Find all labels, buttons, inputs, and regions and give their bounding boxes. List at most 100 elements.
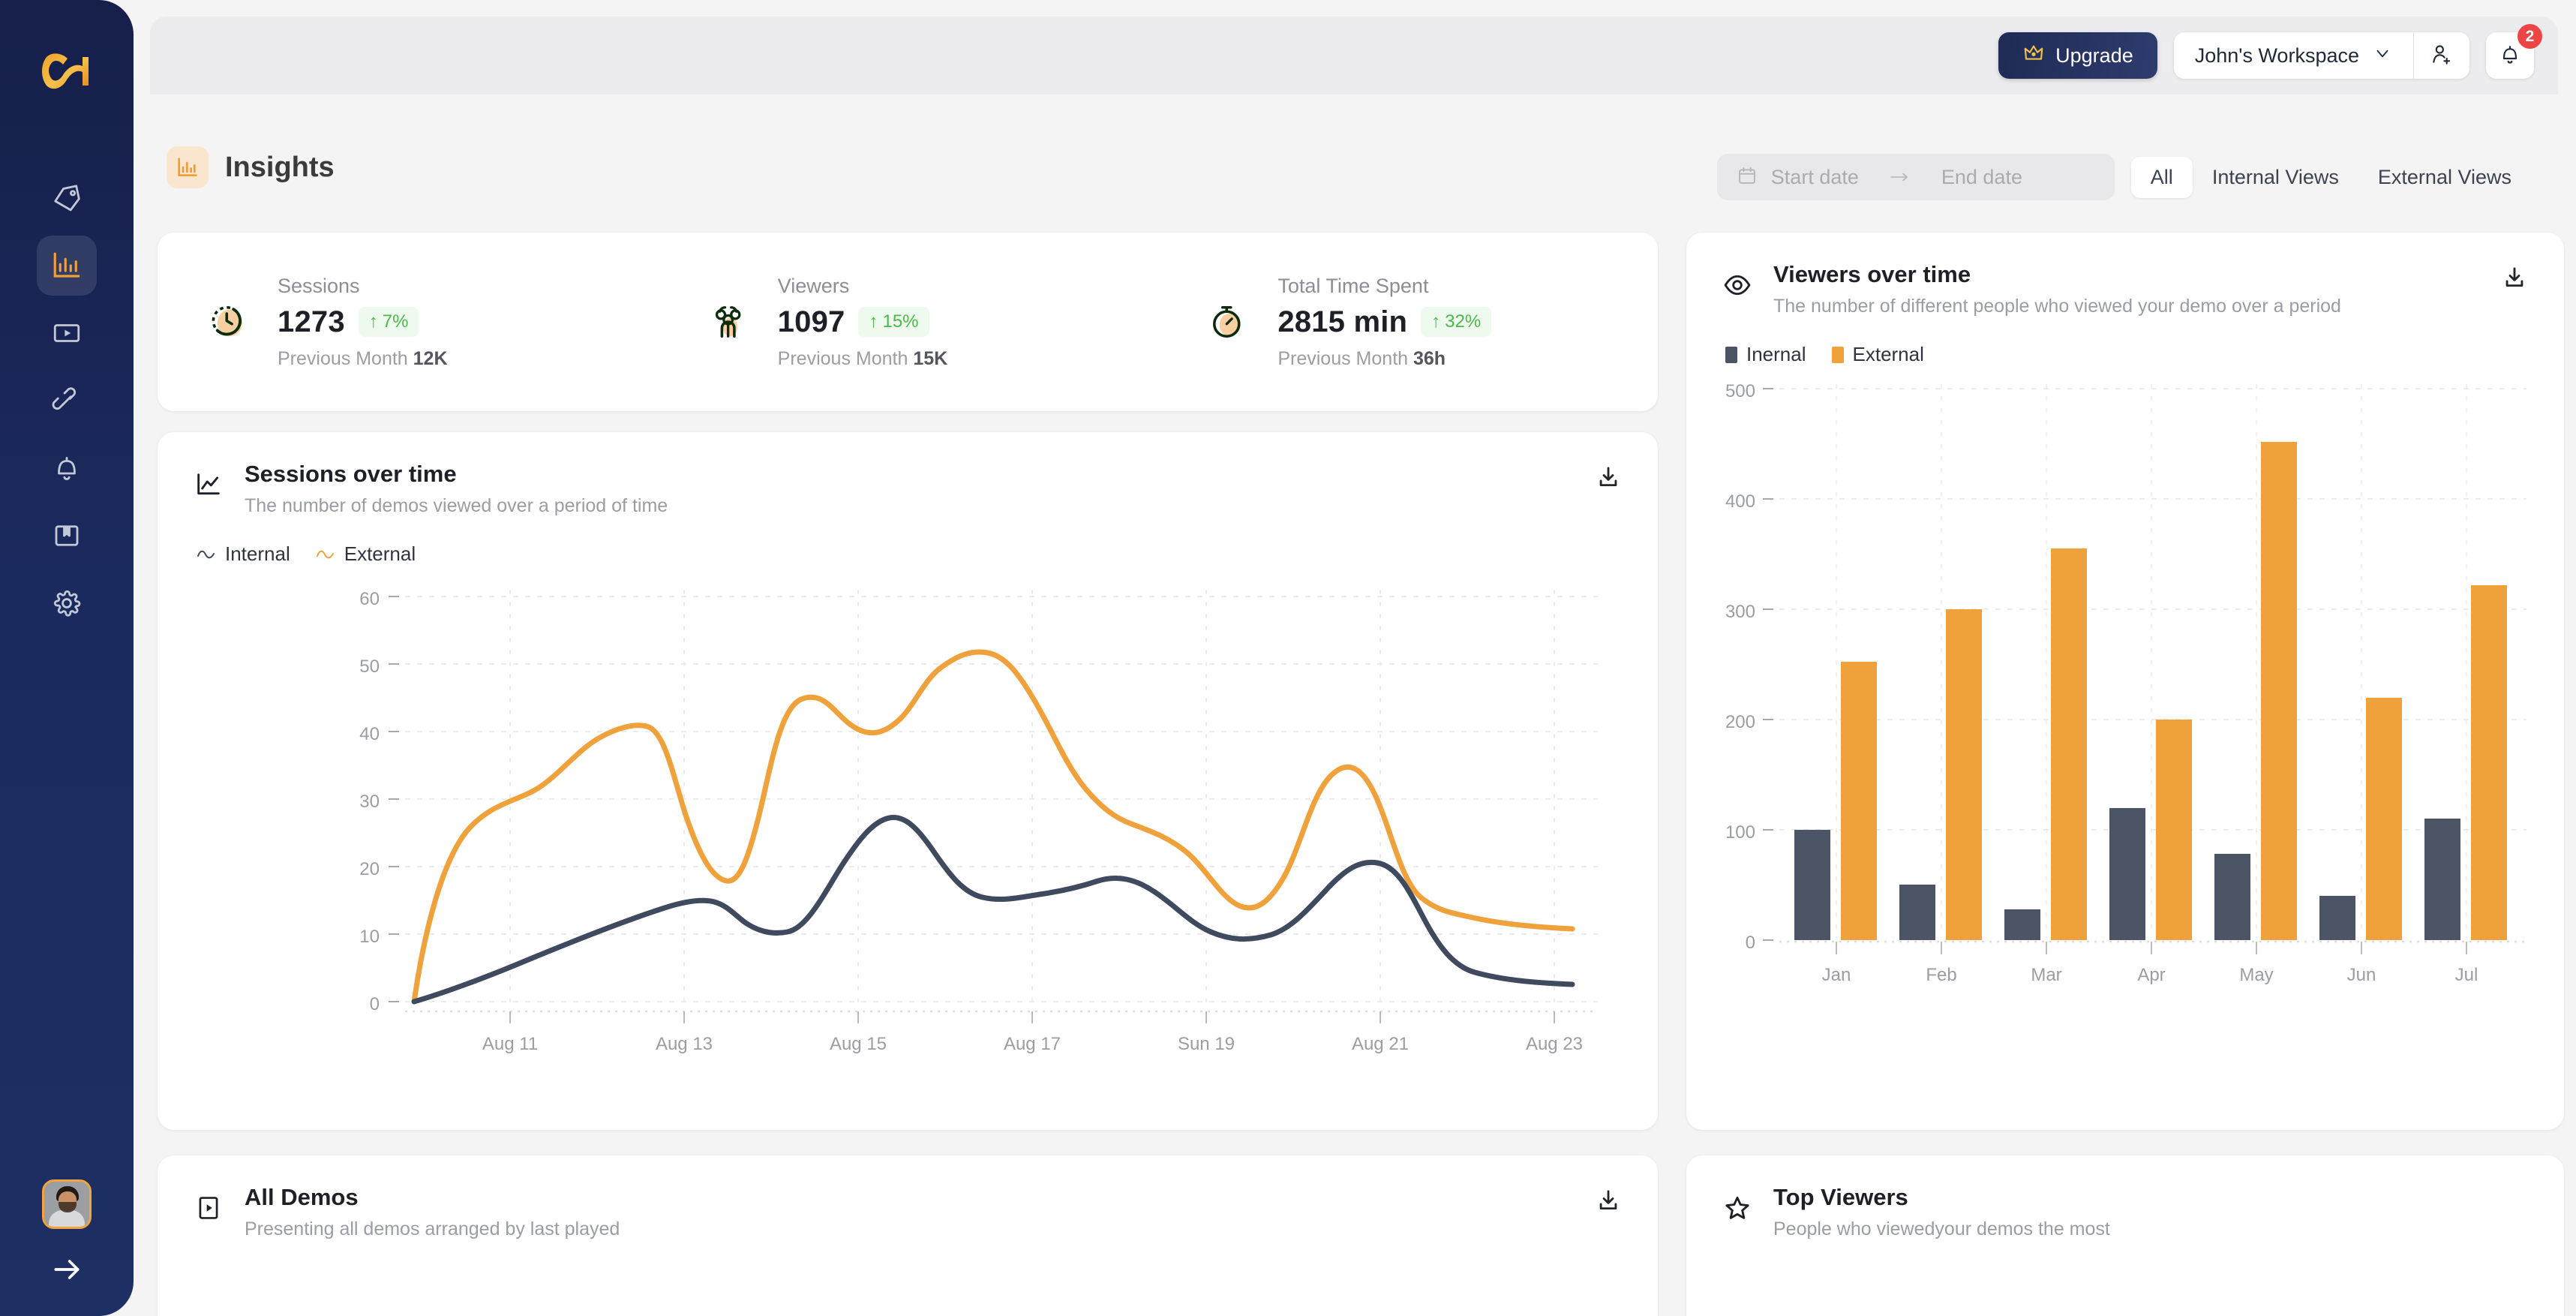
stat-delta-value: 15% (882, 311, 919, 332)
download-icon[interactable] (2498, 261, 2531, 294)
koncert-logo[interactable] (39, 44, 95, 99)
chevron-down-icon (2373, 44, 2392, 68)
bar-external-jan[interactable] (1841, 662, 1877, 940)
tab-all[interactable]: All (2130, 156, 2193, 198)
stat-previous: Previous Month 12K (278, 348, 448, 370)
stat-previous-value: 12K (413, 347, 448, 369)
viewers-legend: Inernal External (1686, 317, 2564, 366)
sidebar-item-tags[interactable] (37, 168, 97, 228)
bar-external-jun[interactable] (2366, 698, 2402, 940)
top-viewers-card: Top Viewers People who viewedyour demos … (1686, 1155, 2564, 1316)
page-header: Insights (167, 146, 335, 188)
avatar[interactable] (42, 1179, 92, 1229)
stat-delta-badge: ↑ 15% (858, 307, 929, 337)
bar-external-jul[interactable] (2471, 585, 2507, 940)
y-tick: 500 (1725, 381, 1755, 401)
bar-internal-jun[interactable] (2319, 896, 2355, 940)
sessions-plot (389, 590, 1598, 1023)
x-tick: Aug 21 (1351, 1034, 1410, 1054)
bar-external-mar[interactable] (2051, 548, 2087, 940)
card-title: Top Viewers (1773, 1184, 1908, 1210)
x-tick: Jun (2346, 965, 2376, 985)
bell-icon (2498, 42, 2522, 70)
sidebar-item-insights[interactable] (37, 236, 97, 296)
notifications-button[interactable]: 2 (2486, 24, 2542, 79)
insights-dashboard: Upgrade John's Workspace 2 Insights Star… (0, 0, 2576, 1316)
stat-label: Total Time Spent (1277, 274, 1429, 297)
x-tick: Mar (2031, 965, 2062, 985)
legend-item-external[interactable]: External (1831, 343, 1924, 366)
upgrade-button[interactable]: Upgrade (1998, 32, 2157, 79)
workspace-button[interactable]: John's Workspace (2174, 32, 2413, 79)
stopwatch-icon (1202, 296, 1255, 348)
sidebar (0, 0, 134, 1316)
stat-label: Sessions (278, 274, 360, 297)
stat-delta-badge: ↑ 32% (1421, 307, 1492, 337)
legend-item-internal[interactable]: Inernal (1725, 343, 1806, 366)
bar-external-feb[interactable] (1946, 609, 1982, 940)
bar-internal-jan[interactable] (1794, 830, 1830, 940)
bar-external-apr[interactable] (2156, 720, 2192, 940)
stat-delta-badge: ↑ 7% (358, 307, 419, 337)
legend-item-internal[interactable]: Internal (197, 542, 290, 566)
page-title: Insights (225, 151, 335, 183)
legend-label: Internal (225, 542, 290, 565)
card-subtitle: The number of demos viewed over a period… (245, 495, 668, 516)
workspace-switcher: John's Workspace (2173, 32, 2469, 79)
x-tick: Aug 11 (482, 1034, 539, 1054)
legend-swatch (1831, 346, 1844, 363)
all-demos-card: All Demos Presenting all demos arranged … (158, 1155, 1658, 1316)
bar-internal-may[interactable] (2214, 854, 2250, 940)
add-user-button[interactable] (2414, 32, 2469, 79)
sessions-legend: Internal External (158, 517, 1658, 566)
stat-delta-value: 7% (382, 311, 409, 332)
sidebar-footer (0, 1179, 134, 1284)
x-tick: Sun 19 (1177, 1034, 1235, 1054)
line-chart-icon (191, 467, 227, 503)
bar-internal-jul[interactable] (2424, 819, 2460, 940)
end-date-input[interactable]: End date (1941, 166, 2022, 189)
sessions-line-chart: 60 50 40 30 20 10 0 Aug 11 Aug 13 Aug 15… (158, 576, 1658, 1054)
legend-item-external[interactable]: External (316, 542, 416, 566)
card-title: Sessions over time (245, 461, 457, 487)
x-tick: Apr (2137, 965, 2166, 985)
stat-delta-value: 32% (1445, 311, 1482, 332)
sidebar-item-integrations[interactable] (37, 371, 97, 431)
card-header: Viewers over time The number of differen… (1686, 233, 2564, 317)
card-subtitle: The number of different people who viewe… (1773, 296, 2341, 317)
y-tick: 200 (1725, 712, 1755, 732)
wave-icon (316, 550, 334, 558)
y-tick: 300 (1725, 602, 1755, 622)
tab-internal-views[interactable]: Internal Views (2193, 157, 2358, 198)
notification-badge: 2 (2517, 24, 2542, 49)
tab-external-views[interactable]: External Views (2358, 157, 2531, 198)
card-header: Top Viewers People who viewedyour demos … (1686, 1155, 2564, 1240)
download-icon[interactable] (1592, 1184, 1625, 1217)
upgrade-label: Upgrade (2055, 44, 2133, 67)
clock-icon (203, 296, 255, 348)
sidebar-item-notifications[interactable] (37, 438, 97, 498)
bar-internal-mar[interactable] (2004, 909, 2040, 940)
sidebar-item-demos[interactable] (37, 303, 97, 363)
sidebar-item-settings[interactable] (37, 573, 97, 633)
bar-internal-apr[interactable] (2109, 808, 2145, 940)
y-tick: 100 (1725, 822, 1755, 843)
card-header: All Demos Presenting all demos arranged … (158, 1155, 1658, 1240)
stat-value: 1097 (777, 305, 845, 338)
x-tick: Jan (1821, 965, 1851, 985)
bar-external-may[interactable] (2261, 442, 2297, 940)
add-user-icon (2430, 42, 2454, 70)
date-range-picker[interactable]: Start date End date (1716, 154, 2115, 200)
filters-bar: Start date End date All Internal Views E… (1716, 154, 2531, 200)
sidebar-item-library[interactable] (37, 506, 97, 566)
x-tick: Jul (2454, 965, 2478, 985)
stat-previous-label: Previous Month (1277, 347, 1409, 369)
start-date-input[interactable]: Start date (1771, 166, 1859, 189)
y-tick: 0 (1745, 933, 1755, 953)
arrow-right-icon[interactable] (44, 1254, 89, 1284)
download-icon[interactable] (1592, 461, 1625, 494)
bar-internal-feb[interactable] (1899, 885, 1935, 940)
x-tick: May (2239, 965, 2274, 985)
play-box-icon (191, 1190, 227, 1226)
legend-label: External (1852, 343, 1924, 365)
